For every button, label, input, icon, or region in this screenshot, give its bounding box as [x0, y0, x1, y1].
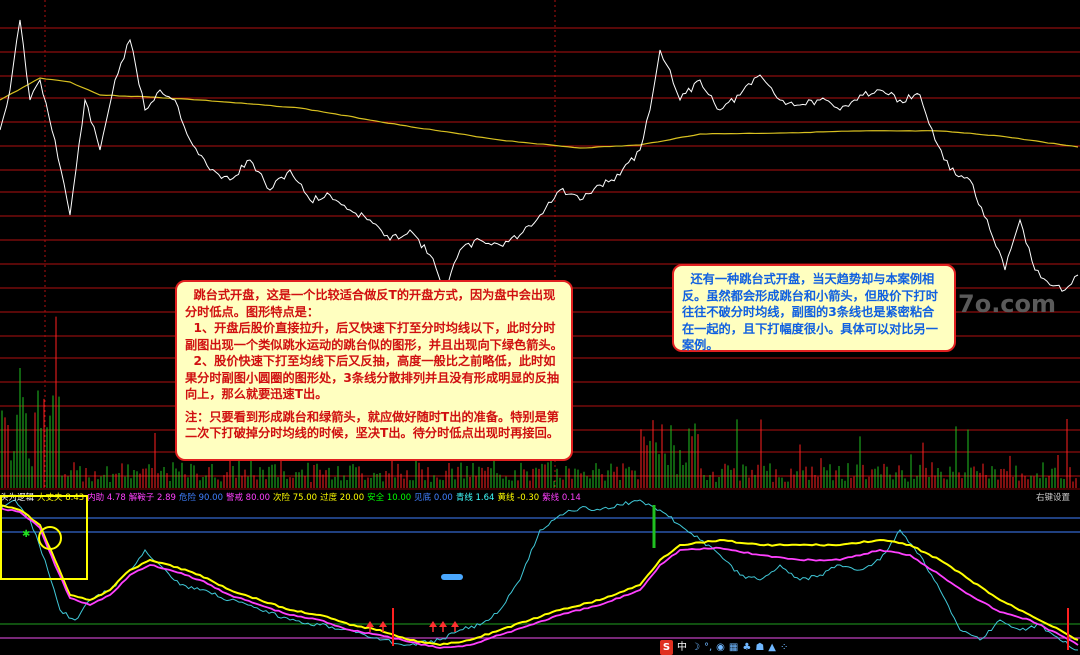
ime-toolbar: S 中 ☽ °, ◉ ▦ ♣ ☗ ▲ ⁘ [660, 640, 788, 655]
indicator-item: 青线 1.64 [455, 493, 495, 503]
sogou-s-icon[interactable]: S [660, 640, 673, 655]
indicator-item: 过度 20.00 [320, 493, 365, 503]
annotation-right-text: 还有一种跳台式开盘，当天趋势却与本案例相反。虽然都会形成跳台和小箭头，但股价下打… [682, 272, 938, 352]
punctuation-icon[interactable]: °, [704, 640, 712, 655]
indicator-item: 危险 90.00 [178, 493, 223, 503]
highlight-box [0, 495, 88, 580]
indicator-item: 警戒 80.00 [225, 493, 271, 503]
indicator-item: 内助 4.78 [87, 493, 126, 503]
indicator-item: 紫线 0.14 [542, 493, 581, 503]
annotation-right: 还有一种跳台式开盘，当天趋势却与本案例相反。虽然都会形成跳台和小箭头，但股价下打… [672, 264, 956, 352]
watermark: 7o.com [958, 290, 1057, 318]
user-icon[interactable]: ☗ [755, 640, 764, 655]
annotation-left-intro: 跳台式开盘，这是一个比较适合做反T的开盘方式，因为盘中会出现分时低点。图形特点是… [185, 288, 556, 319]
skin-icon[interactable]: ♣ [742, 640, 751, 655]
annotation-left-point1: 1、开盘后股价直接拉升，后又快速下打至分时均线以下，此时分时副图出现一个类似跳水… [185, 321, 563, 352]
average-price-line [0, 77, 1079, 149]
magenta-line [0, 507, 1079, 649]
annotation-left: 跳台式开盘，这是一个比较适合做反T的开盘方式，因为盘中会出现分时低点。图形特点是… [175, 280, 573, 461]
chinese-input-icon[interactable]: 中 [677, 640, 687, 655]
price-line [0, 19, 1079, 292]
annotation-left-point2: 2、股价快速下打至均线下后又反抽，高度一般比之前略低，此时如果分时副图小圆圈的图… [185, 354, 560, 401]
voice-icon[interactable]: ◉ [716, 640, 725, 655]
right-click-settings-button[interactable]: 右键设置 [1036, 492, 1070, 504]
tools-icon[interactable]: ⁘ [780, 640, 788, 655]
indicator-item: 解鞍子 2.89 [128, 493, 176, 503]
indicator-item: 黄线 -0.30 [497, 493, 540, 503]
blue-signal-marker [441, 574, 463, 580]
indicator-item: 见底 0.00 [414, 493, 453, 503]
moon-icon[interactable]: ☽ [691, 640, 700, 655]
indicator-item: 安全 10.00 [367, 493, 412, 503]
cyan-line [0, 499, 1079, 651]
annotation-left-note: 注：只要看到形成跳台和绿箭头，就应做好随时T出的准备。特别是第二次下打破掉分时均… [185, 409, 559, 441]
shirt-icon[interactable]: ▲ [768, 640, 776, 655]
keyboard-icon[interactable]: ▦ [729, 640, 738, 655]
indicator-bar: 头为逻辑 大丈夫 8.43 内助 4.78 解鞍子 2.89 危险 90.00 警戒 80… [0, 492, 1080, 504]
indicator-item: 次险 75.00 [273, 493, 318, 503]
